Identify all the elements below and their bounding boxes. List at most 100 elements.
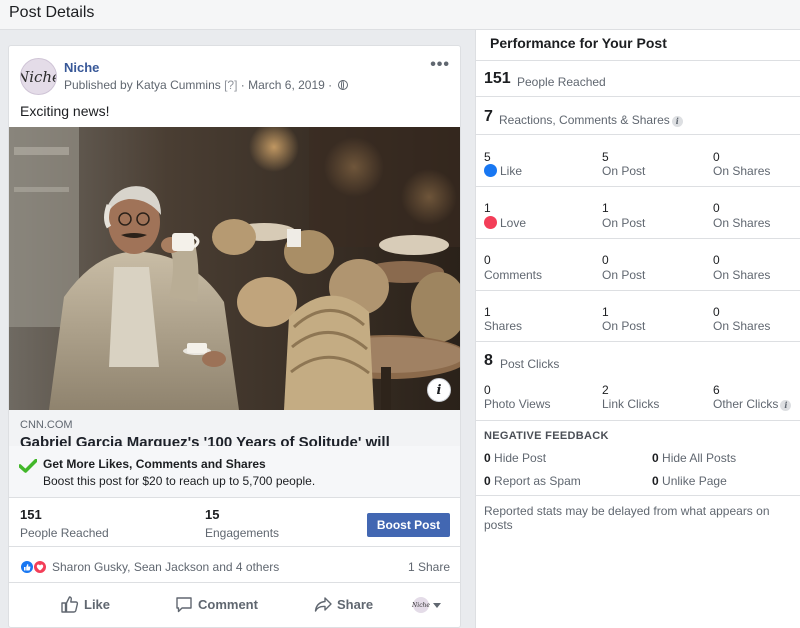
unlike-item: 0 Unlike Page [652,474,727,488]
separator: · [237,78,249,92]
like-label-wrap: Like [484,164,522,178]
spam-item: 0 Report as Spam [484,474,581,488]
shares-on-shares-count: 0 [713,305,720,319]
separator: · [324,78,336,92]
comments-on-shares-label: On Shares [713,268,771,282]
spam-count: 0 [484,474,491,488]
comments-row: 0 Comments 0 On Post 0 On Shares [476,238,800,290]
reaction-icons[interactable] [20,560,48,574]
share-button[interactable]: Share [314,596,373,613]
people-reached-count: 151 [484,70,511,87]
post-photo[interactable]: i [9,127,460,410]
hide-all-count: 0 [652,451,659,465]
info-icon[interactable]: i [780,400,792,411]
like-icon [484,164,497,177]
info-icon[interactable]: i [671,116,683,127]
reached-count: 151 [20,507,42,522]
chevron-down-icon[interactable] [433,603,441,608]
post-clicks-section: 8 Post Clicks [476,341,800,379]
reactor-names[interactable]: Sharon Gusky, Sean Jackson and 4 others [52,560,279,574]
rcs-label-wrap: Reactions, Comments & Shares i [499,113,683,127]
hide-post-label: Hide Post [494,451,547,465]
shares-count: 1 [484,305,491,319]
love-row: 1 Love 1 On Post 0 On Shares [476,186,800,238]
like-button[interactable]: Like [61,596,110,613]
reactions-section: 7 Reactions, Comments & Shares i [476,96,800,134]
page-avatar[interactable]: Niche [20,58,57,95]
shares-on-post-count: 1 [602,305,609,319]
hide-all-label: Hide All Posts [662,451,737,465]
rcs-label: Reactions, Comments & Shares [499,113,670,127]
help-link[interactable]: [?] [224,78,237,92]
post-stats: 151 People Reached 15 Engagements Boost … [9,499,460,547]
globe-icon [337,80,348,90]
hide-post-count: 0 [484,451,491,465]
comment-button[interactable]: Comment [175,596,258,613]
photo-views-count: 0 [484,383,491,397]
boost-promo: Get More Likes, Comments and Shares Boos… [9,446,460,498]
love-count: 1 [484,201,491,215]
spam-label: Report as Spam [494,474,581,488]
action-bar: Like Comment Share Niche [9,585,460,625]
thumbs-up-icon [61,596,79,613]
promo-title: Get More Likes, Comments and Shares [43,457,266,471]
promo-subtitle: Boost this post for $20 to reach up to 5… [43,474,316,488]
hide-post-item: 0 Hide Post [484,451,546,465]
more-options-icon[interactable]: ••• [430,56,450,74]
shares-row: 1 Shares 1 On Post 0 On Shares [476,290,800,341]
link-clicks-count: 2 [602,383,609,397]
like-count: 5 [484,150,491,164]
like-on-post-label: On Post [602,164,646,178]
comments-on-post-count: 0 [602,253,609,267]
like-on-post-count: 5 [602,150,609,164]
like-label: Like [500,164,523,178]
love-on-shares-label: On Shares [713,216,771,230]
unlike-count: 0 [652,474,659,488]
performance-panel: Performance for Your Post 151 People Rea… [475,30,800,628]
page-name-link[interactable]: Niche [64,60,99,75]
like-label: Like [84,597,111,612]
share-count[interactable]: 1 Share [408,560,450,574]
post-as-avatar[interactable]: Niche [412,597,430,613]
love-on-shares-count: 0 [713,201,720,215]
link-domain: CNN.COM [20,419,73,431]
info-button[interactable]: i [427,378,451,402]
checkmark-icon [19,459,37,473]
post-header: Niche Niche Published by Katya Cummins [… [9,46,460,100]
post-meta: Published by Katya Cummins [?] · March 6… [64,78,348,92]
published-by: Published by Katya Cummins [64,78,221,92]
reached-label: People Reached [20,526,109,540]
boost-post-button[interactable]: Boost Post [367,513,450,537]
performance-title: Performance for Your Post [490,35,667,51]
photo-views-label: Photo Views [484,397,551,411]
post-clicks-count: 8 [484,352,493,369]
cafe-photo [9,127,460,410]
people-reached-section: 151 People Reached [476,60,800,96]
post-clicks-label: Post Clicks [500,357,560,371]
hide-all-item: 0 Hide All Posts [652,451,736,465]
avatar-text: Niche [21,67,56,86]
like-on-shares-count: 0 [713,150,720,164]
post-date[interactable]: March 6, 2019 [248,78,325,92]
negative-feedback-section: NEGATIVE FEEDBACK 0 Hide Post 0 Hide All… [476,420,800,492]
share-icon [314,597,332,612]
post-text: Exciting news! [20,103,110,119]
share-label: Share [337,597,374,612]
other-clicks-label-wrap: Other Clicks i [713,397,792,411]
comments-label: Comments [484,268,543,282]
footer-section: Reported stats may be delayed from what … [476,495,800,532]
info-icon: i [436,382,442,398]
page-title: Post Details [9,4,95,21]
comments-on-shares-count: 0 [713,253,720,267]
shares-label: Shares [484,319,523,333]
negative-feedback-title: NEGATIVE FEEDBACK [484,430,609,442]
love-label: Love [500,216,527,230]
comment-label: Comment [198,597,258,612]
mini-avatar-text: Niche [412,601,430,609]
rcs-count: 7 [484,108,493,125]
unlike-label: Unlike Page [662,474,727,488]
shares-on-post-label: On Post [602,319,646,333]
comments-on-post-label: On Post [602,268,646,282]
post-card: Niche Niche Published by Katya Cummins [… [8,45,461,628]
like-row: 5 Like 5 On Post 0 On Shares [476,134,800,186]
